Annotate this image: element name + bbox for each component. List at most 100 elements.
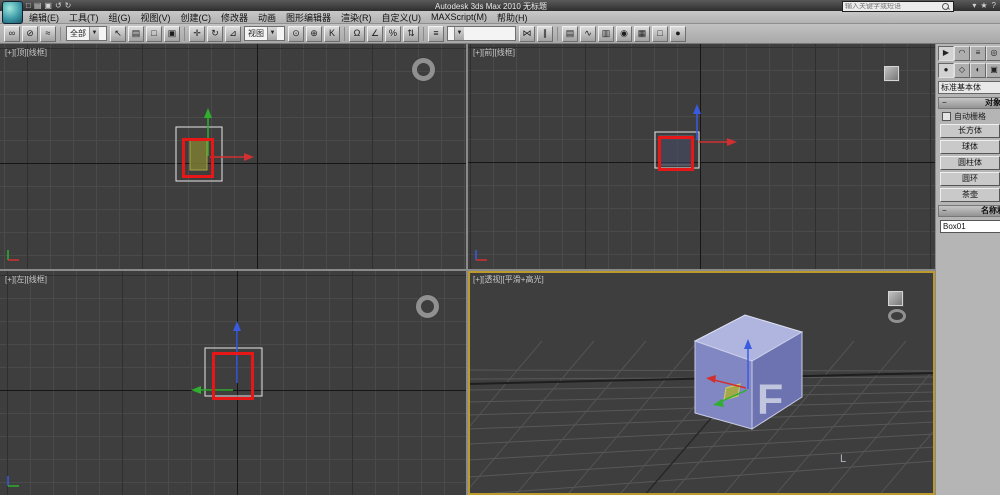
viewport-label[interactable]: [+][顶][线框]: [5, 47, 47, 58]
box-button[interactable]: 长方体: [940, 124, 1000, 138]
category-geometry-icon[interactable]: ●: [938, 63, 954, 78]
viewport-label[interactable]: [+][前][线框]: [473, 47, 515, 58]
navigation-ring-icon[interactable]: [888, 309, 906, 323]
snap-toggle-3d-icon[interactable]: Ω: [349, 25, 365, 42]
menu-group[interactable]: 组(G): [104, 11, 136, 24]
curve-editor-icon[interactable]: ∿: [580, 25, 596, 42]
menu-maxscript[interactable]: MAXScript(M): [426, 12, 492, 22]
move-gizmo[interactable]: [693, 104, 737, 146]
object-name-field[interactable]: [940, 220, 1000, 233]
unlink-selection-icon[interactable]: ⊘: [22, 25, 38, 42]
rectangular-selection-region-icon[interactable]: □: [146, 25, 162, 42]
mirror-icon[interactable]: ⋈: [519, 25, 535, 42]
search-input[interactable]: [843, 2, 942, 11]
keyboard-override-icon[interactable]: K: [324, 25, 340, 42]
bind-to-space-warp-icon[interactable]: ≈: [40, 25, 56, 42]
category-cameras-icon[interactable]: ▣: [986, 63, 1000, 78]
named-selection-sets-dropdown[interactable]: ▼: [447, 26, 516, 41]
viewport-left[interactable]: [+][左][线框]: [0, 271, 466, 495]
menu-tools[interactable]: 工具(T): [64, 11, 104, 24]
search-icon[interactable]: [942, 3, 949, 10]
menu-animation[interactable]: 动画: [253, 11, 281, 24]
collapse-icon[interactable]: −: [942, 98, 947, 108]
menu-customize[interactable]: 自定义(U): [377, 11, 427, 24]
render-setup-icon[interactable]: ▦: [634, 25, 650, 42]
viewport-corner-letter: L: [840, 453, 847, 465]
new-scene-icon[interactable]: □: [26, 1, 31, 10]
rendered-frame-icon[interactable]: □: [652, 25, 668, 42]
menu-modifiers[interactable]: 修改器: [216, 11, 253, 24]
category-lights-icon[interactable]: ◐: [970, 63, 986, 78]
teapot-button[interactable]: 茶壶: [940, 188, 1000, 202]
select-object-icon[interactable]: ↖: [110, 25, 126, 42]
quick-render-icon[interactable]: ●: [670, 25, 686, 42]
undo-icon[interactable]: ↺: [55, 1, 62, 10]
open-file-icon[interactable]: ▤: [34, 1, 42, 10]
toolbar-separator: [344, 26, 345, 41]
annotation-highlight: [212, 352, 254, 400]
reference-coordinate-dropdown[interactable]: 视图 ▼: [244, 26, 285, 41]
tab-modify[interactable]: ◠: [954, 46, 970, 61]
rollout-object-type[interactable]: − 对象类型: [938, 97, 1000, 109]
redo-icon[interactable]: ↻: [65, 1, 72, 10]
spinner-snap-icon[interactable]: ⇅: [403, 25, 419, 42]
dropdown-arrow-icon[interactable]: ▼: [454, 27, 464, 40]
select-by-name-icon[interactable]: ▤: [128, 25, 144, 42]
schematic-view-icon[interactable]: ▥: [598, 25, 614, 42]
tab-create[interactable]: ▶: [938, 46, 954, 61]
menu-edit[interactable]: 编辑(E): [24, 11, 64, 24]
select-and-scale-icon[interactable]: ⊿: [225, 25, 241, 42]
align-icon[interactable]: ∥: [537, 25, 553, 42]
geometry-category-dropdown[interactable]: 标准基本体 ▼: [938, 81, 1000, 94]
category-shapes-icon[interactable]: ◇: [954, 63, 970, 78]
cylinder-button[interactable]: 圆柱体: [940, 156, 1000, 170]
tab-motion[interactable]: ◎: [986, 46, 1000, 61]
tab-hierarchy[interactable]: ≡: [970, 46, 986, 61]
viewport-label[interactable]: [+][左][线框]: [5, 274, 47, 285]
infocenter-search: [842, 1, 954, 12]
viewcube-icon[interactable]: [884, 66, 899, 81]
selection-filter-value: 全部: [70, 29, 86, 38]
material-editor-icon[interactable]: ◉: [616, 25, 632, 42]
menu-rendering[interactable]: 渲染(R): [336, 11, 377, 24]
command-panel-content: ▶ ◠ ≡ ◎ ▦ ✦ ● ◇ ◐ ▣ ⊞ ≈ ✳ 标准基本体 ▼ −: [936, 46, 1000, 233]
viewport-front[interactable]: [+][前][线框]: [468, 44, 935, 269]
help-icon[interactable]: ?: [992, 1, 996, 10]
select-and-rotate-icon[interactable]: ↻: [207, 25, 223, 42]
viewcube-icon[interactable]: [888, 291, 903, 306]
menu-create[interactable]: 创建(C): [176, 11, 217, 24]
viewcube-icon[interactable]: [412, 58, 435, 81]
title-bar: □ ▤ ▣ ↺ ↻ Autodesk 3ds Max 2010 无标题 ▾ ★ …: [0, 0, 1000, 24]
viewport-perspective[interactable]: F L [+][透视][平滑+高光]: [468, 271, 935, 495]
percent-snap-icon[interactable]: %: [385, 25, 401, 42]
communication-center-icon[interactable]: ▾: [972, 1, 976, 10]
dropdown-arrow-icon[interactable]: ▼: [89, 27, 99, 40]
window-crossing-icon[interactable]: ▣: [164, 25, 180, 42]
menu-help[interactable]: 帮助(H): [492, 11, 533, 24]
select-and-link-icon[interactable]: ∞: [4, 25, 20, 42]
world-axis-tripod-icon: [7, 250, 19, 261]
viewport-top[interactable]: [+][顶][线框]: [0, 44, 466, 269]
application-menu-logo-icon[interactable]: [2, 1, 23, 24]
menu-graph-editors[interactable]: 图形编辑器: [281, 11, 336, 24]
use-pivot-center-icon[interactable]: ⊙: [288, 25, 304, 42]
viewport-overlay: [468, 314, 935, 495]
viewcube-icon[interactable]: [416, 295, 439, 318]
torus-button[interactable]: 圆环: [940, 172, 1000, 186]
angle-snap-icon[interactable]: ∠: [367, 25, 383, 42]
selection-filter-dropdown[interactable]: 全部 ▼: [66, 26, 107, 41]
viewport-label[interactable]: [+][透视][平滑+高光]: [473, 274, 544, 285]
create-category-icons: ● ◇ ◐ ▣ ⊞ ≈ ✳: [938, 63, 1000, 78]
select-and-manipulate-icon[interactable]: ⊕: [306, 25, 322, 42]
favorites-icon[interactable]: ★: [980, 1, 987, 10]
dropdown-arrow-icon[interactable]: ▼: [267, 27, 277, 40]
save-file-icon[interactable]: ▣: [44, 1, 52, 10]
collapse-icon[interactable]: −: [942, 206, 947, 216]
rollout-name-and-color[interactable]: − 名称和颜色: [938, 205, 1000, 217]
select-and-move-icon[interactable]: ✛: [189, 25, 205, 42]
sphere-button[interactable]: 球体: [940, 140, 1000, 154]
menu-views[interactable]: 视图(V): [136, 11, 176, 24]
layer-manager-icon[interactable]: ▤: [562, 25, 578, 42]
autogrid-checkbox[interactable]: [942, 112, 951, 121]
edit-named-selection-sets-icon[interactable]: ≡: [428, 25, 444, 42]
